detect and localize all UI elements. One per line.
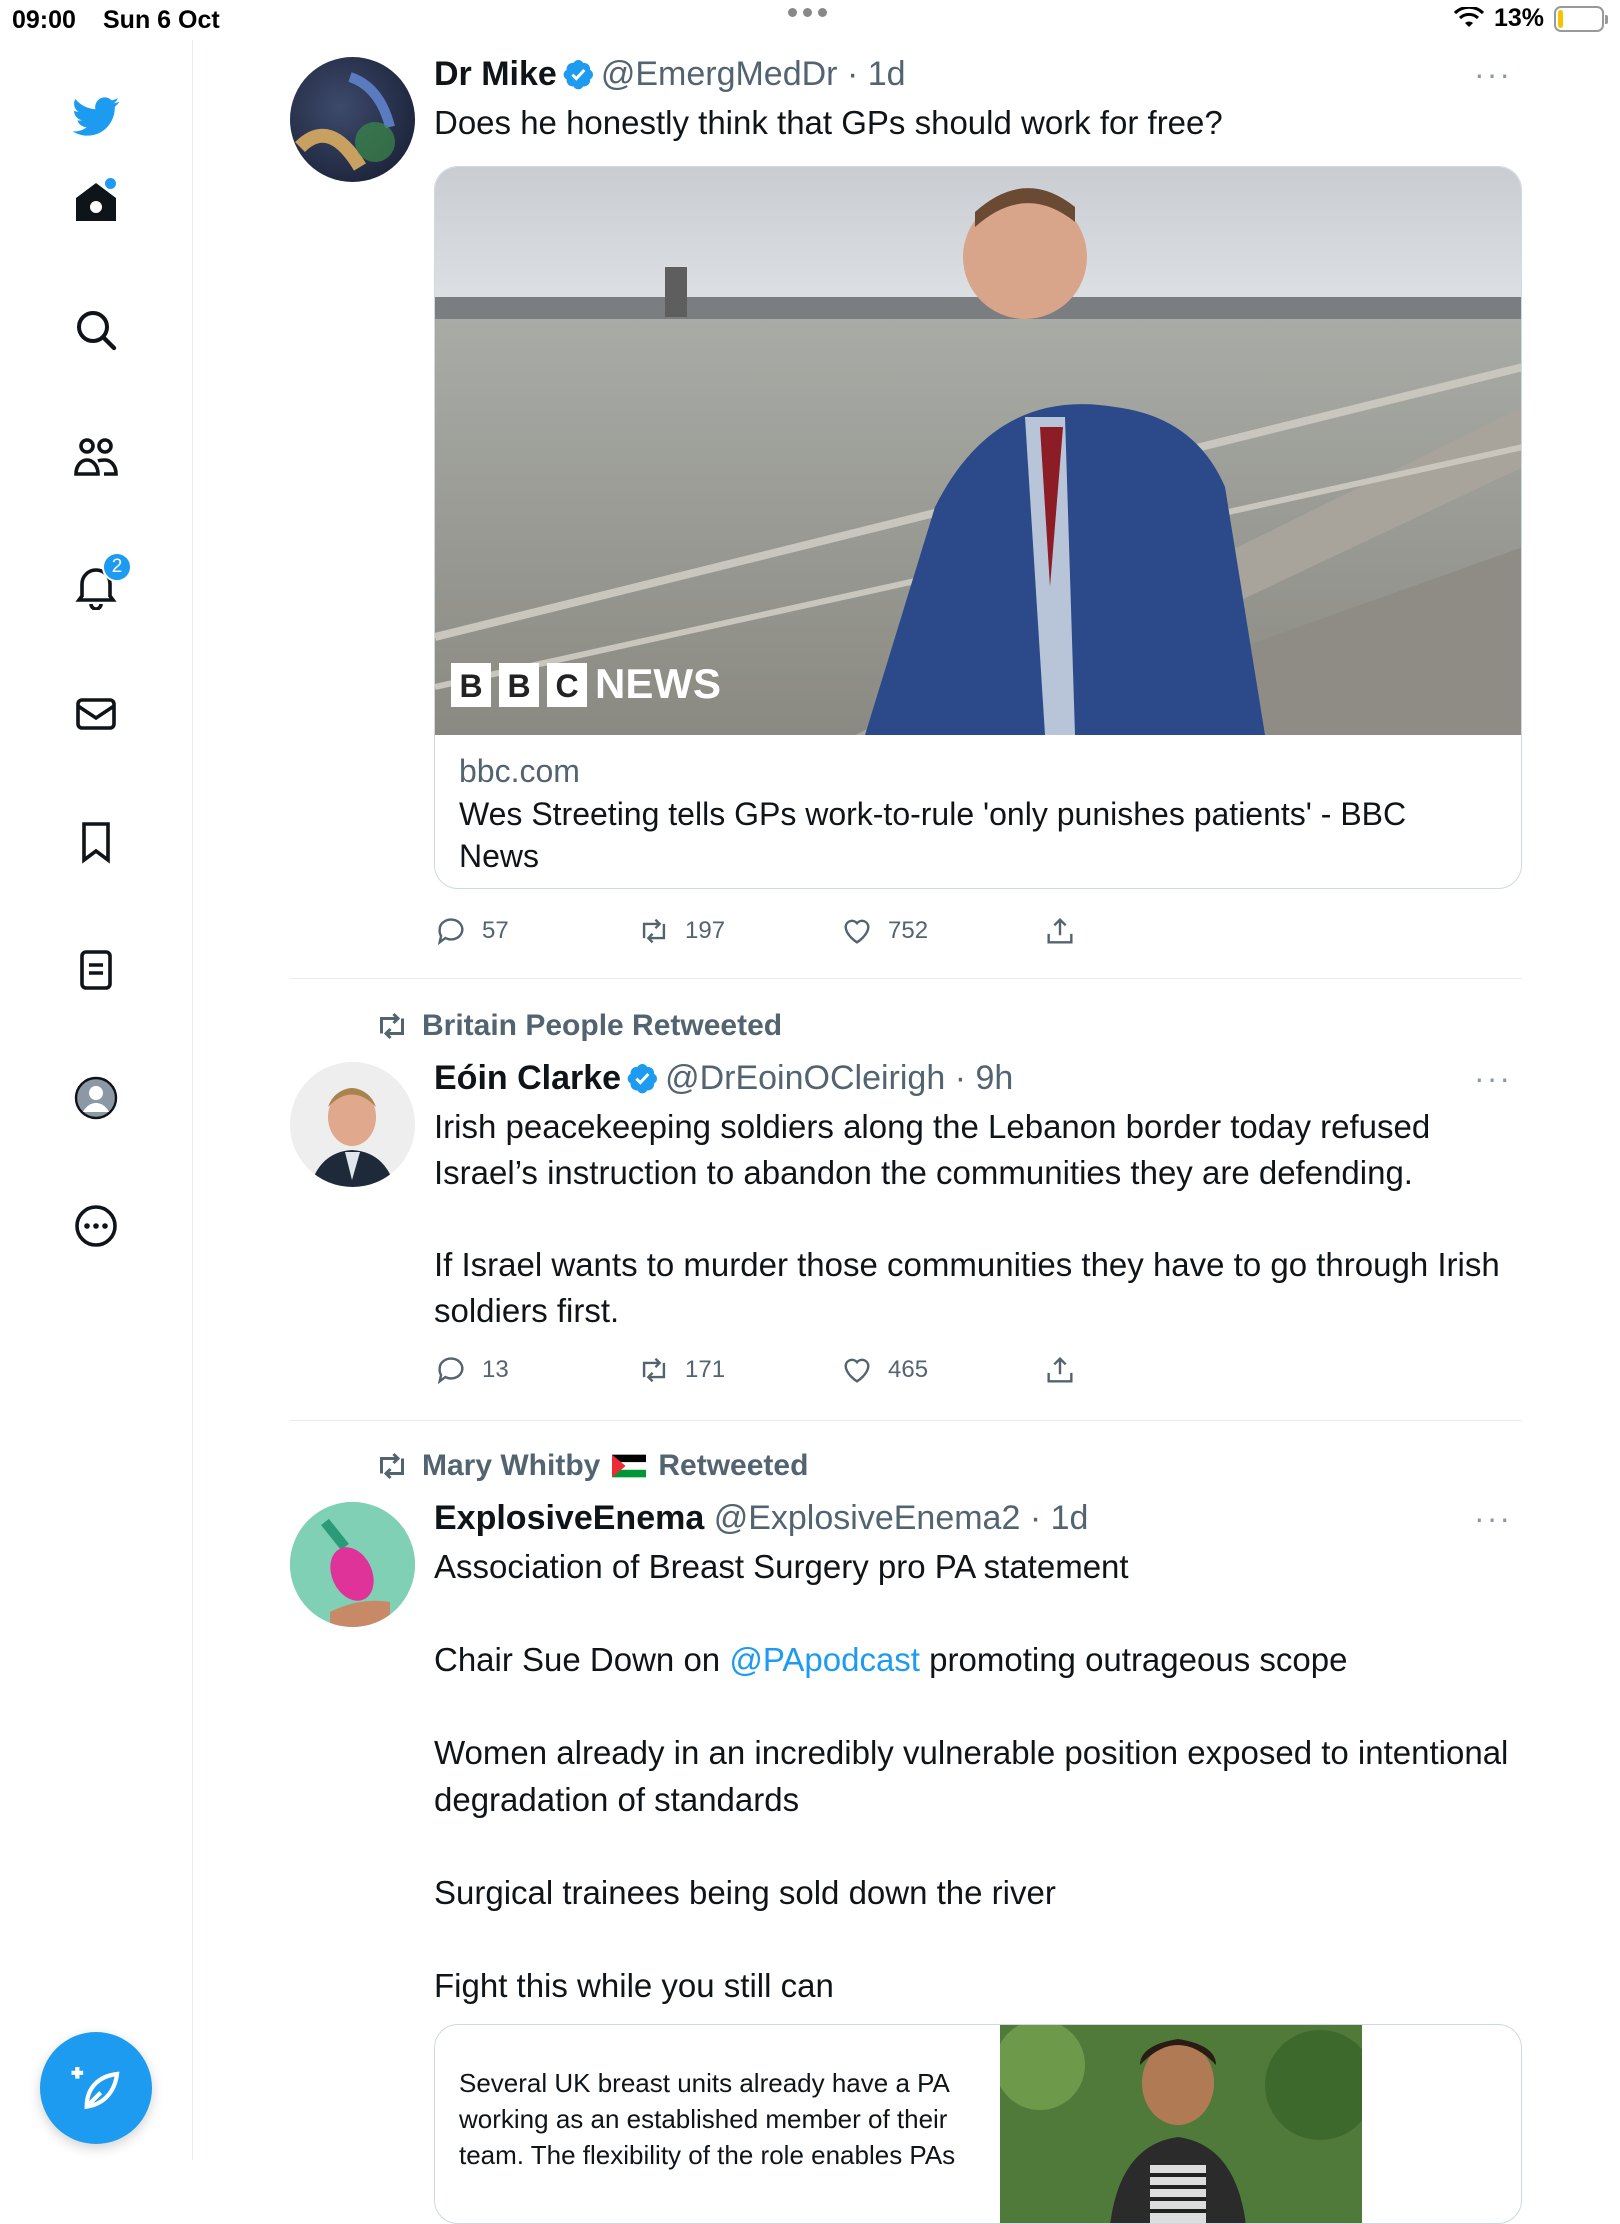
author-handle[interactable]: @ExplosiveEnema2 <box>714 1499 1021 1537</box>
tweet-divider <box>290 978 1522 979</box>
communities-icon[interactable] <box>66 428 126 488</box>
tweet[interactable]: Dr Mike @EmergMedDr · 1d ··· Does he hone… <box>290 54 1522 984</box>
more-options-icon[interactable]: ··· <box>1474 56 1512 93</box>
share-button[interactable] <box>1043 914 1246 948</box>
reply-count: 13 <box>482 1356 509 1383</box>
compose-tweet-button[interactable] <box>40 2032 152 2144</box>
tweet-header: Eóin Clarke @DrEoinOCleirigh · 9h <box>434 1058 1522 1098</box>
palestine-flag-icon <box>612 1454 647 1478</box>
battery-percent: 13% <box>1493 4 1544 32</box>
multitasking-dots-icon[interactable] <box>788 8 827 17</box>
more-circle-icon[interactable] <box>66 1196 126 1256</box>
retweet-count: 197 <box>685 917 726 944</box>
twitter-bird-icon[interactable] <box>66 86 126 146</box>
retweeted-by-name: Mary Whitby <box>422 1449 601 1482</box>
tweet-actions: 57 197 752 <box>434 914 1246 948</box>
link-card[interactable]: Several UK breast units already have a P… <box>434 2024 1522 2224</box>
tweet[interactable]: Britain People Retweeted Eóin Clarke @DrE… <box>290 1008 1522 1408</box>
tweet-actions: 13 171 465 <box>434 1353 1246 1387</box>
mention-link[interactable]: @PApodcast <box>729 1641 920 1678</box>
status-bar: 09:00 Sun 6 Oct 13% <box>0 0 1620 40</box>
tweet-header: Dr Mike @EmergMedDr · 1d <box>434 54 1522 94</box>
retweet-icon <box>642 1357 666 1383</box>
home-icon[interactable] <box>66 172 126 232</box>
tweet-divider <box>290 1420 1522 1421</box>
more-options-icon[interactable]: ··· <box>1474 1500 1512 1537</box>
tweet-text-part-2: promoting outrageous scope Women already… <box>434 1641 1509 2004</box>
tweet-text: Does he honestly think that GPs should w… <box>434 104 1223 141</box>
svg-text:B: B <box>459 668 482 704</box>
new-content-dot <box>105 178 116 189</box>
tweet-text: Irish peacekeeping soldiers along the Le… <box>434 1108 1500 1329</box>
author-name[interactable]: ExplosiveEnema <box>434 1499 704 1537</box>
svg-text:B: B <box>507 668 530 704</box>
reply-icon <box>437 1357 464 1385</box>
profile-icon[interactable] <box>66 1068 126 1128</box>
link-domain: bbc.com <box>459 753 580 789</box>
retweet-button[interactable]: 171 <box>637 1353 840 1387</box>
retweet-icon <box>380 1452 404 1480</box>
retweet-icon <box>642 918 666 944</box>
avatar[interactable] <box>290 1502 415 1627</box>
author-handle[interactable]: @EmergMedDr <box>601 55 838 93</box>
verified-badge-icon <box>627 1064 658 1094</box>
link-title: Wes Streeting tells GPs work-to-rule 'on… <box>459 796 1407 874</box>
share-icon <box>1047 1356 1073 1383</box>
link-card[interactable]: B B C NEWS bbc.com Wes Streeting tells G… <box>434 166 1522 889</box>
link-card-snippet: Several UK breast units already have a P… <box>459 2068 956 2170</box>
link-card-thumbnail <box>1000 2025 1362 2223</box>
battery-icon <box>1554 5 1608 32</box>
bell-icon[interactable]: 2 <box>66 552 132 616</box>
tweet[interactable]: Mary Whitby Retweeted ExplosiveEnema @Ex… <box>290 1448 1522 2224</box>
like-button[interactable]: 465 <box>840 1353 1043 1387</box>
retweeted-by-suffix: Retweeted <box>658 1449 809 1482</box>
heart-icon <box>844 1358 870 1383</box>
share-icon <box>1047 917 1073 944</box>
retweeted-by[interactable]: Mary Whitby Retweeted <box>374 1448 808 1484</box>
tweet-text: Association of Breast Surgery pro PA sta… <box>434 1544 1522 2009</box>
author-name[interactable]: Dr Mike <box>434 55 557 93</box>
retweeted-by[interactable]: Britain People Retweeted <box>374 1008 782 1044</box>
reply-count: 57 <box>482 917 509 944</box>
bookmark-icon[interactable] <box>66 812 126 872</box>
status-date: Sun 6 Oct <box>103 6 220 34</box>
lists-icon[interactable] <box>66 940 126 1000</box>
svg-text:C: C <box>555 668 578 704</box>
search-icon[interactable] <box>66 300 126 360</box>
notification-badge: 2 <box>102 552 132 582</box>
link-card-image: B B C NEWS <box>435 167 1521 735</box>
verified-badge-icon <box>563 60 593 90</box>
reply-button[interactable]: 13 <box>434 1353 637 1387</box>
retweet-button[interactable]: 197 <box>637 914 840 948</box>
mail-icon[interactable] <box>66 684 126 744</box>
reply-button[interactable]: 57 <box>434 914 637 948</box>
tweet-time[interactable]: · 1d <box>1030 1499 1089 1537</box>
avatar[interactable] <box>290 1062 415 1187</box>
avatar[interactable] <box>290 57 415 182</box>
retweeted-by-label: Britain People Retweeted <box>422 1009 783 1042</box>
like-count: 465 <box>888 1356 929 1383</box>
tweet-time[interactable]: · 1d <box>847 55 906 93</box>
more-options-icon[interactable]: ··· <box>1474 1060 1512 1097</box>
reply-icon <box>437 918 464 946</box>
tweet-time[interactable]: · 9h <box>955 1059 1014 1097</box>
tweet-header: ExplosiveEnema @ExplosiveEnema2 · 1d <box>434 1498 1522 1538</box>
like-button[interactable]: 752 <box>840 914 1043 948</box>
sidebar: 2 <box>0 40 193 2160</box>
svg-text:NEWS: NEWS <box>595 660 721 707</box>
wifi-icon <box>1453 6 1484 27</box>
author-handle[interactable]: @DrEoinOCleirigh <box>665 1059 945 1097</box>
author-name[interactable]: Eóin Clarke <box>434 1059 621 1097</box>
heart-icon <box>844 919 870 944</box>
status-time: 09:00 <box>12 6 76 34</box>
retweet-count: 171 <box>685 1356 726 1383</box>
share-button[interactable] <box>1043 1353 1246 1387</box>
compose-feather-icon <box>71 2067 120 2110</box>
retweet-icon <box>380 1012 404 1040</box>
like-count: 752 <box>888 917 929 944</box>
